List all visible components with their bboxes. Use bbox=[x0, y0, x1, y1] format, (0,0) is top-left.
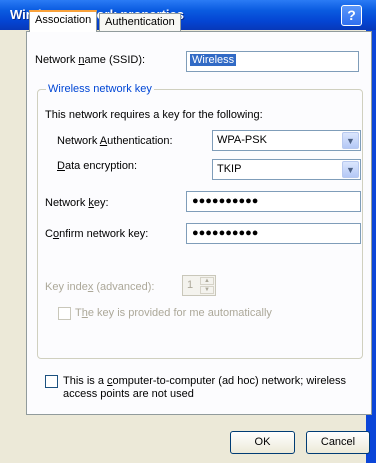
auth-value: WPA-PSK bbox=[217, 134, 267, 146]
network-key-value: ●●●●●●●●●● bbox=[192, 195, 259, 207]
association-panel: Network name (SSID): Wireless Wireless n… bbox=[26, 31, 372, 415]
ok-button[interactable]: OK bbox=[230, 431, 295, 454]
confirm-key-value: ●●●●●●●●●● bbox=[192, 227, 259, 239]
tab-association[interactable]: Association bbox=[29, 10, 98, 32]
adhoc-label-line1: This is a computer-to-computer (ad hoc) … bbox=[63, 375, 347, 387]
requires-key-text: This network requires a key for the foll… bbox=[45, 109, 263, 121]
auto-key-label: The key is provided for me automatically bbox=[75, 307, 272, 319]
auth-select[interactable]: WPA-PSK ▼ bbox=[212, 130, 361, 151]
chevron-down-icon[interactable]: ▼ bbox=[342, 161, 359, 178]
chevron-down-icon[interactable]: ▼ bbox=[342, 132, 359, 149]
spin-up-icon[interactable]: ▲ bbox=[200, 277, 214, 285]
tab-association-label: Association bbox=[35, 14, 92, 26]
tab-authentication-label: Authentication bbox=[105, 16, 175, 28]
dialog-window: Wireless network properties ? Associatio… bbox=[0, 0, 376, 463]
encryption-select[interactable]: TKIP ▼ bbox=[212, 159, 361, 180]
network-key-input[interactable]: ●●●●●●●●●● bbox=[186, 191, 361, 212]
confirm-key-label: Confirm network key: bbox=[45, 228, 149, 240]
spin-down-icon[interactable]: ▼ bbox=[200, 286, 214, 294]
ssid-input[interactable]: Wireless bbox=[186, 51, 359, 72]
key-index-label: Key index (advanced): bbox=[45, 281, 155, 293]
auth-label: Network Authentication: bbox=[57, 135, 173, 147]
ssid-label: Network name (SSID): bbox=[35, 54, 146, 66]
cancel-button[interactable]: Cancel bbox=[306, 431, 370, 454]
tab-authentication[interactable]: Authentication bbox=[99, 13, 181, 32]
group-title: Wireless network key bbox=[46, 83, 154, 95]
adhoc-checkbox[interactable] bbox=[45, 375, 58, 388]
network-key-label: Network key: bbox=[45, 197, 109, 209]
encryption-value: TKIP bbox=[217, 163, 242, 175]
confirm-key-input[interactable]: ●●●●●●●●●● bbox=[186, 223, 361, 244]
key-index-spinner[interactable]: 1 ▲ ▼ bbox=[182, 275, 216, 296]
key-index-value: 1 bbox=[187, 279, 194, 291]
auto-key-checkbox[interactable] bbox=[58, 307, 71, 320]
enc-label: Data encryption: bbox=[57, 160, 138, 172]
help-button[interactable]: ? bbox=[341, 5, 362, 26]
ssid-value: Wireless bbox=[190, 54, 237, 66]
adhoc-label-line2: access points are not used bbox=[63, 388, 194, 400]
